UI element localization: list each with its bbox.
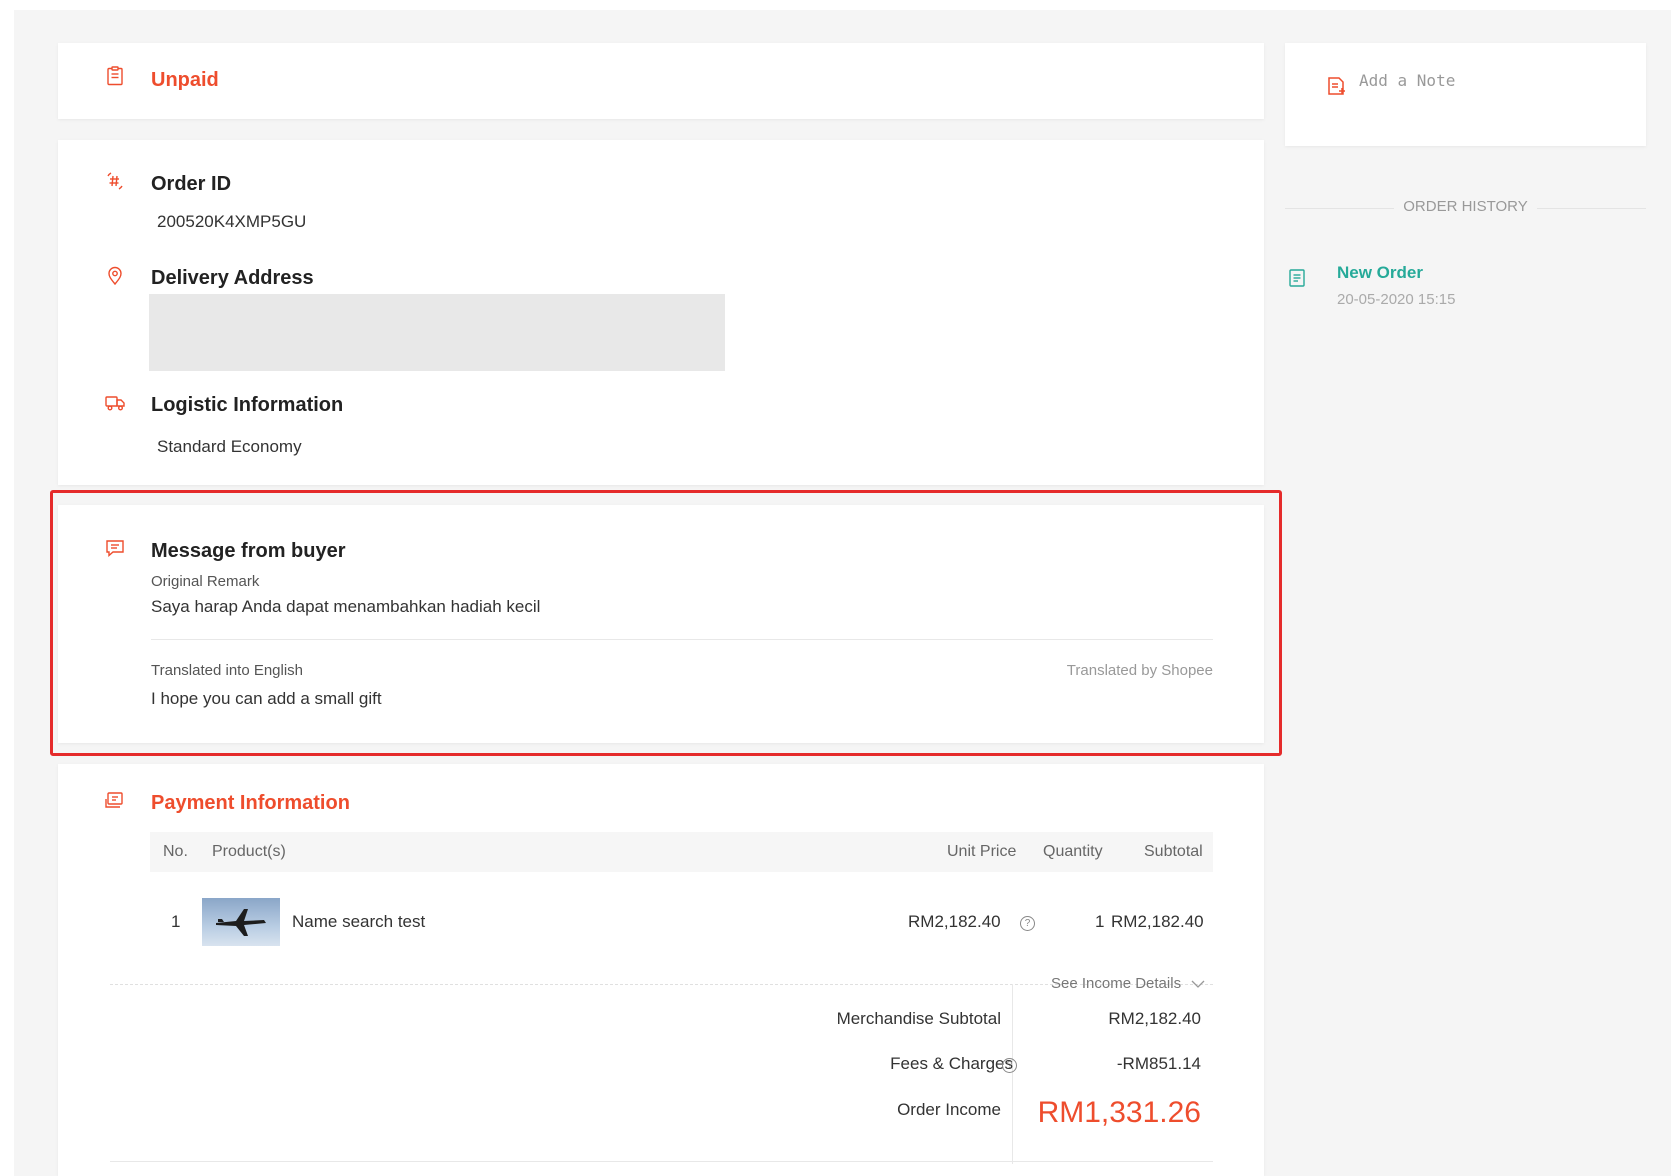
clipboard-icon bbox=[104, 65, 126, 87]
merch-subtotal-label: Merchandise Subtotal bbox=[836, 1009, 1001, 1028]
add-note-card[interactable]: Add a Note bbox=[1285, 43, 1646, 146]
see-income-details-link[interactable]: See Income Details bbox=[1051, 975, 1205, 992]
payment-title: Payment Information bbox=[151, 792, 350, 814]
see-income-details-label: See Income Details bbox=[1051, 975, 1182, 992]
redacted-address bbox=[149, 294, 725, 371]
fees-help-icon[interactable]: ? bbox=[1002, 1058, 1017, 1073]
subtotal-value: RM2,182.40 bbox=[1111, 912, 1204, 931]
order-id-label: Order ID bbox=[151, 173, 232, 195]
row-no: 1 bbox=[171, 912, 181, 931]
col-quantity: Quantity bbox=[1043, 843, 1103, 860]
quantity-value: 1 bbox=[1095, 912, 1105, 931]
product-table-header: No. Product(s) Unit Price Quantity Subto… bbox=[150, 832, 1213, 872]
order-document-icon bbox=[1286, 267, 1308, 289]
order-income-label: Order Income bbox=[897, 1100, 1001, 1119]
hash-icon bbox=[104, 170, 126, 192]
summary-divider bbox=[110, 984, 1213, 985]
unit-price-help-icon[interactable]: ? bbox=[1020, 916, 1035, 931]
history-line-left bbox=[1285, 208, 1394, 209]
add-note-placeholder[interactable]: Add a Note bbox=[1359, 71, 1455, 90]
col-subtotal: Subtotal bbox=[1144, 843, 1203, 860]
truck-icon bbox=[104, 392, 126, 414]
order-status-card: Unpaid bbox=[58, 43, 1264, 119]
order-details-card: Order ID 200520K4XMP5GU Delivery Address… bbox=[58, 140, 1264, 485]
order-history-title: ORDER HISTORY bbox=[1403, 198, 1528, 215]
delivery-address-label: Delivery Address bbox=[151, 267, 314, 289]
note-edit-icon bbox=[1325, 75, 1345, 95]
history-event-title: New Order bbox=[1337, 263, 1423, 282]
message-highlight-box bbox=[50, 490, 1282, 756]
payment-icon bbox=[104, 790, 126, 812]
col-unit-price: Unit Price bbox=[947, 843, 1017, 860]
airplane-icon bbox=[216, 909, 266, 936]
history-event-time: 20-05-2020 15:15 bbox=[1337, 291, 1456, 308]
logistic-value: Standard Economy bbox=[157, 437, 302, 456]
order-id-value: 200520K4XMP5GU bbox=[157, 212, 307, 231]
unit-price-value: RM2,182.40 bbox=[908, 912, 1001, 931]
location-pin-icon bbox=[104, 265, 126, 287]
summary-vertical-divider bbox=[1012, 984, 1013, 1164]
order-status: Unpaid bbox=[151, 69, 219, 91]
chevron-down-icon bbox=[1191, 980, 1205, 988]
fees-label: Fees & Charges bbox=[890, 1054, 1013, 1073]
order-income-value: RM1,331.26 bbox=[1037, 1096, 1201, 1129]
history-line-right bbox=[1537, 208, 1646, 209]
product-name[interactable]: Name search test bbox=[292, 912, 425, 932]
payment-info-card: Payment Information No. Product(s) Unit … bbox=[58, 764, 1264, 1176]
payment-bottom-divider bbox=[110, 1161, 1213, 1162]
logistic-label: Logistic Information bbox=[151, 394, 344, 416]
fees-value: -RM851.14 bbox=[1116, 1054, 1201, 1073]
col-product: Product(s) bbox=[212, 843, 286, 860]
col-no: No. bbox=[163, 843, 188, 860]
merch-subtotal-value: RM2,182.40 bbox=[1108, 1009, 1201, 1028]
product-thumbnail bbox=[202, 898, 280, 946]
